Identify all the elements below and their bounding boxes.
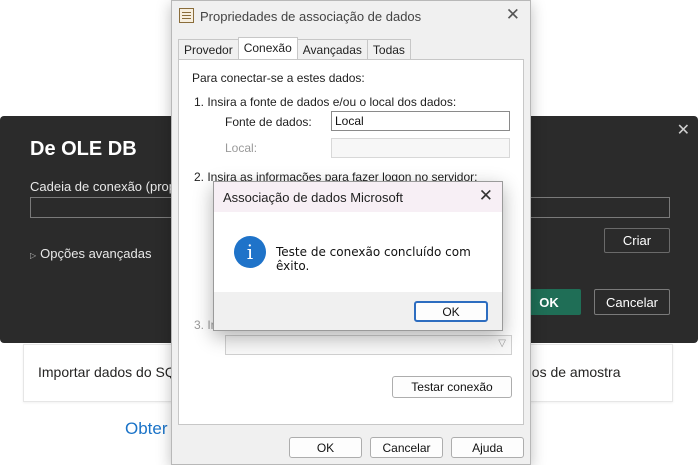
datasource-input[interactable]: Local [331,111,510,131]
cancel-button[interactable]: Cancelar [370,437,443,458]
step1-text: 1. Insira a fonte de dados e/ou o local … [194,95,457,109]
location-input[interactable] [331,138,510,158]
message-titlebar: Associação de dados Microsoft ✕ [214,182,502,212]
ok-button[interactable]: OK [289,437,362,458]
help-button[interactable]: Ajuda [451,437,524,458]
cancel-button[interactable]: Cancelar [594,289,670,315]
tab-connection[interactable]: Conexão [237,37,298,59]
message-body: i Teste de conexão concluído com êxito. [214,212,502,292]
message-box: Associação de dados Microsoft ✕ i Teste … [213,181,503,331]
chevron-right-icon: ▷ [30,251,37,260]
import-card-label: Importar dados do SQ [38,364,176,380]
info-icon: i [234,236,266,268]
message-title: Associação de dados Microsoft [223,190,403,205]
message-footer: OK [214,292,502,330]
datasource-label: Fonte de dados: [225,115,312,129]
close-icon[interactable]: ✕ [479,186,493,206]
connection-string-label: Cadeia de conexão (propri [30,179,184,194]
create-button[interactable]: Criar [604,228,670,253]
close-icon[interactable]: ✕ [506,5,520,25]
initial-catalog-select[interactable]: ▽ [225,335,512,355]
advanced-options-label: Opções avançadas [40,246,152,261]
tab-bar: Provedor Conexão Avançadas Todas [178,37,411,61]
ok-button[interactable]: OK [414,301,488,322]
tab-advanced[interactable]: Avançadas [296,39,368,61]
sample-data-label: dos de amostra [524,364,621,380]
location-label: Local: [225,141,258,155]
data-link-icon [179,8,194,23]
advanced-options-toggle[interactable]: ▷ Opções avançadas [30,246,151,261]
test-connection-button[interactable]: Testar conexão [392,376,512,398]
chevron-down-icon: ▽ [498,338,506,349]
tab-provider[interactable]: Provedor [178,39,239,61]
screen: Importar dados do SQ dos de amostra Obte… [0,0,698,465]
get-data-link[interactable]: Obter [125,419,168,439]
message-text: Teste de conexão concluído com êxito. [276,245,471,273]
close-icon[interactable]: ✕ [677,120,690,140]
tab-all[interactable]: Todas [366,39,411,61]
dialog-title: De OLE DB [30,138,137,160]
window-title: Propriedades de associação de dados [200,9,422,24]
intro-text: Para conectar-se a estes dados: [192,71,365,85]
